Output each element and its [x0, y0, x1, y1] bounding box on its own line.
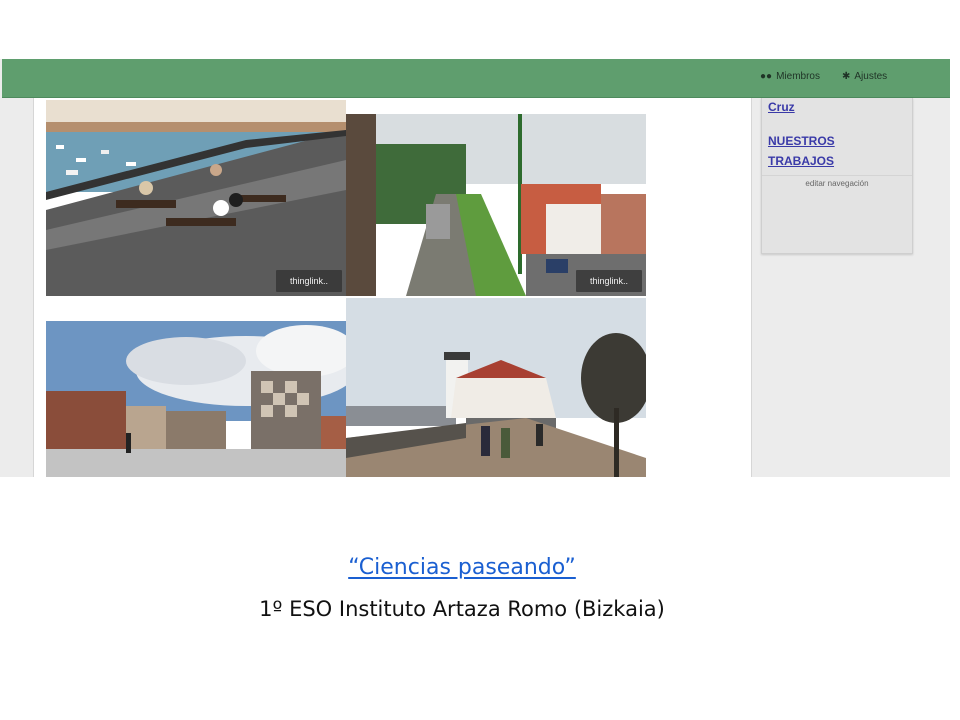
photo-seaside-benches[interactable]: thinglink.. — [46, 100, 346, 296]
project-subtitle: 1º ESO Instituto Artaza Romo (Bizkaia) — [259, 597, 665, 621]
settings-link[interactable]: ✱ Ajustes — [842, 71, 887, 82]
gear-icon: ✱ — [842, 71, 851, 82]
thinglink-badge[interactable]: thinglink.. — [276, 270, 342, 292]
sidebar-navigation: Cruz NUESTROS TRABAJOS editar navegación — [761, 98, 913, 254]
sidebar-item-cruz[interactable]: Cruz — [768, 100, 795, 114]
thinglink-badge[interactable]: thinglink.. — [576, 270, 642, 292]
sidebar-item-trabajos[interactable]: TRABAJOS — [768, 154, 834, 168]
users-icon: ●● — [760, 71, 773, 82]
sidebar-item-nuestros[interactable]: NUESTROS — [768, 134, 835, 148]
photo-promenade-lighthouse[interactable] — [346, 298, 646, 477]
screenshot-frame: ●● Miembros ✱ Ajustes thinglink.. thingl… — [0, 59, 950, 477]
members-link[interactable]: ●● Miembros — [760, 71, 820, 82]
settings-label: Ajustes — [854, 71, 888, 82]
photo-railway-buildings[interactable]: thinglink.. — [346, 114, 646, 296]
photo-plaza-clouds[interactable] — [46, 321, 346, 477]
sidebar-divider — [762, 175, 912, 176]
main-content-area: thinglink.. thinglink.. — [33, 98, 752, 477]
members-label: Miembros — [776, 71, 820, 82]
top-navigation-bar: ●● Miembros ✱ Ajustes — [2, 59, 950, 98]
project-title-link[interactable]: “Ciencias paseando” — [0, 555, 924, 580]
edit-navigation-link[interactable]: editar navegación — [762, 179, 912, 188]
